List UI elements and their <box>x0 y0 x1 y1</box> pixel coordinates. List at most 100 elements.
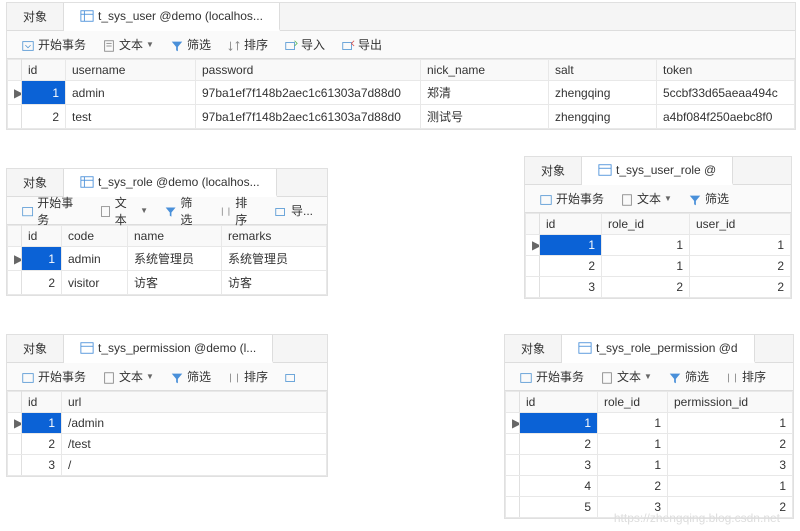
filter-button[interactable]: 筛选 <box>164 34 217 55</box>
table-row[interactable]: 2/test <box>8 434 327 455</box>
begin-tx-button[interactable]: 开始事务 <box>513 366 590 387</box>
col-salt[interactable]: salt <box>549 60 657 81</box>
filter-button[interactable]: 筛选 <box>158 192 209 230</box>
cell[interactable]: 1 <box>668 476 793 497</box>
cell-nickname[interactable]: 测试号 <box>421 105 549 129</box>
cell-id[interactable]: 1 <box>22 247 62 271</box>
col-id[interactable]: id <box>22 60 66 81</box>
cell[interactable]: 2 <box>598 476 668 497</box>
text-button[interactable]: 文本▼ <box>96 366 160 387</box>
cell[interactable]: 2 <box>668 434 793 455</box>
object-tab[interactable]: 对象 <box>7 3 64 30</box>
export-button[interactable]: 导出 <box>335 34 388 55</box>
filter-button[interactable]: 筛选 <box>682 188 735 209</box>
table-row[interactable]: 2 visitor 访客 访客 <box>8 271 327 295</box>
cell[interactable]: /admin <box>62 413 327 434</box>
col-token[interactable]: token <box>657 60 795 81</box>
cell-token[interactable]: 5ccbf33d65aeaa494c <box>657 81 795 105</box>
import-button[interactable] <box>278 369 304 385</box>
cell[interactable]: 1 <box>520 413 598 434</box>
table-row[interactable]: 322 <box>526 277 791 298</box>
cell-nickname[interactable]: 郑清 <box>421 81 549 105</box>
cell-token[interactable]: a4bf084f250aebc8f0 <box>657 105 795 129</box>
cell-username[interactable]: admin <box>66 81 196 105</box>
cell[interactable]: 2 <box>22 434 62 455</box>
object-tab[interactable]: 对象 <box>7 335 64 362</box>
sort-button[interactable]: 排序 <box>719 366 772 387</box>
filter-button[interactable]: 筛选 <box>662 366 715 387</box>
import-button[interactable]: 导入 <box>278 34 331 55</box>
begin-tx-button[interactable]: 开始事务 <box>15 34 92 55</box>
cell[interactable]: / <box>62 455 327 476</box>
table-tab[interactable]: t_sys_user_role @ <box>582 157 733 185</box>
cell[interactable]: 2 <box>690 256 791 277</box>
col-role-id[interactable]: role_id <box>598 392 668 413</box>
col-id[interactable]: id <box>520 392 598 413</box>
col-id[interactable]: id <box>540 214 602 235</box>
col-permission-id[interactable]: permission_id <box>668 392 793 413</box>
cell[interactable]: 1 <box>690 235 791 256</box>
col-user-id[interactable]: user_id <box>690 214 791 235</box>
cell[interactable]: 1 <box>598 413 668 434</box>
import-button[interactable]: 导... <box>268 200 319 221</box>
cell[interactable]: 5 <box>520 497 598 518</box>
cell[interactable]: 3 <box>22 455 62 476</box>
cell-id[interactable]: 2 <box>22 105 66 129</box>
table-row[interactable]: 532 <box>506 497 793 518</box>
cell-password[interactable]: 97ba1ef7f148b2aec1c61303a7d88d0 <box>196 81 421 105</box>
table-row[interactable]: ▶111 <box>506 413 793 434</box>
object-tab[interactable]: 对象 <box>525 157 582 184</box>
cell[interactable]: 1 <box>602 256 690 277</box>
cell-name[interactable]: 访客 <box>128 271 222 295</box>
col-nickname[interactable]: nick_name <box>421 60 549 81</box>
begin-tx-button[interactable]: 开始事务 <box>15 192 89 230</box>
cell-code[interactable]: admin <box>62 247 128 271</box>
cell[interactable]: 1 <box>598 434 668 455</box>
cell-id[interactable]: 1 <box>22 81 66 105</box>
col-role-id[interactable]: role_id <box>602 214 690 235</box>
col-password[interactable]: password <box>196 60 421 81</box>
text-button[interactable]: 文本▼ <box>614 188 678 209</box>
col-username[interactable]: username <box>66 60 196 81</box>
cell[interactable]: 3 <box>520 455 598 476</box>
cell-remarks[interactable]: 访客 <box>222 271 327 295</box>
cell[interactable]: 1 <box>598 455 668 476</box>
table-row[interactable]: 2 test 97ba1ef7f148b2aec1c61303a7d88d0 测… <box>8 105 795 129</box>
table-row[interactable]: ▶1/admin <box>8 413 327 434</box>
sort-button[interactable]: 排序 <box>221 34 274 55</box>
text-button[interactable]: 文本▼ <box>93 192 154 230</box>
cell[interactable]: 4 <box>520 476 598 497</box>
begin-tx-button[interactable]: 开始事务 <box>15 366 92 387</box>
cell-username[interactable]: test <box>66 105 196 129</box>
col-id[interactable]: id <box>22 392 62 413</box>
cell[interactable]: 2 <box>540 256 602 277</box>
table-tab[interactable]: t_sys_user @demo (localhos... <box>64 3 280 31</box>
cell-id[interactable]: 2 <box>22 271 62 295</box>
cell[interactable]: 3 <box>668 455 793 476</box>
sort-button[interactable]: 排序 <box>221 366 274 387</box>
cell[interactable]: 3 <box>598 497 668 518</box>
cell[interactable]: 2 <box>520 434 598 455</box>
table-row[interactable]: 421 <box>506 476 793 497</box>
table-row[interactable]: ▶ 1 admin 系统管理员 系统管理员 <box>8 247 327 271</box>
text-button[interactable]: 文本▼ <box>594 366 658 387</box>
sort-button[interactable]: 排序 <box>213 192 264 230</box>
text-button[interactable]: 文本▼ <box>96 34 160 55</box>
table-row[interactable]: 212 <box>526 256 791 277</box>
cell-salt[interactable]: zhengqing <box>549 81 657 105</box>
col-remarks[interactable]: remarks <box>222 226 327 247</box>
table-row[interactable]: ▶ 1 admin 97ba1ef7f148b2aec1c61303a7d88d… <box>8 81 795 105</box>
table-tab[interactable]: t_sys_permission @demo (l... <box>64 335 273 363</box>
table-tab[interactable]: t_sys_role_permission @d <box>562 335 755 363</box>
cell[interactable]: /test <box>62 434 327 455</box>
cell[interactable]: 1 <box>602 235 690 256</box>
cell[interactable]: 3 <box>540 277 602 298</box>
table-row[interactable]: ▶111 <box>526 235 791 256</box>
cell-name[interactable]: 系统管理员 <box>128 247 222 271</box>
cell[interactable]: 1 <box>668 413 793 434</box>
table-row[interactable]: 212 <box>506 434 793 455</box>
cell[interactable]: 2 <box>690 277 791 298</box>
table-row[interactable]: 313 <box>506 455 793 476</box>
object-tab[interactable]: 对象 <box>505 335 562 362</box>
cell-remarks[interactable]: 系统管理员 <box>222 247 327 271</box>
